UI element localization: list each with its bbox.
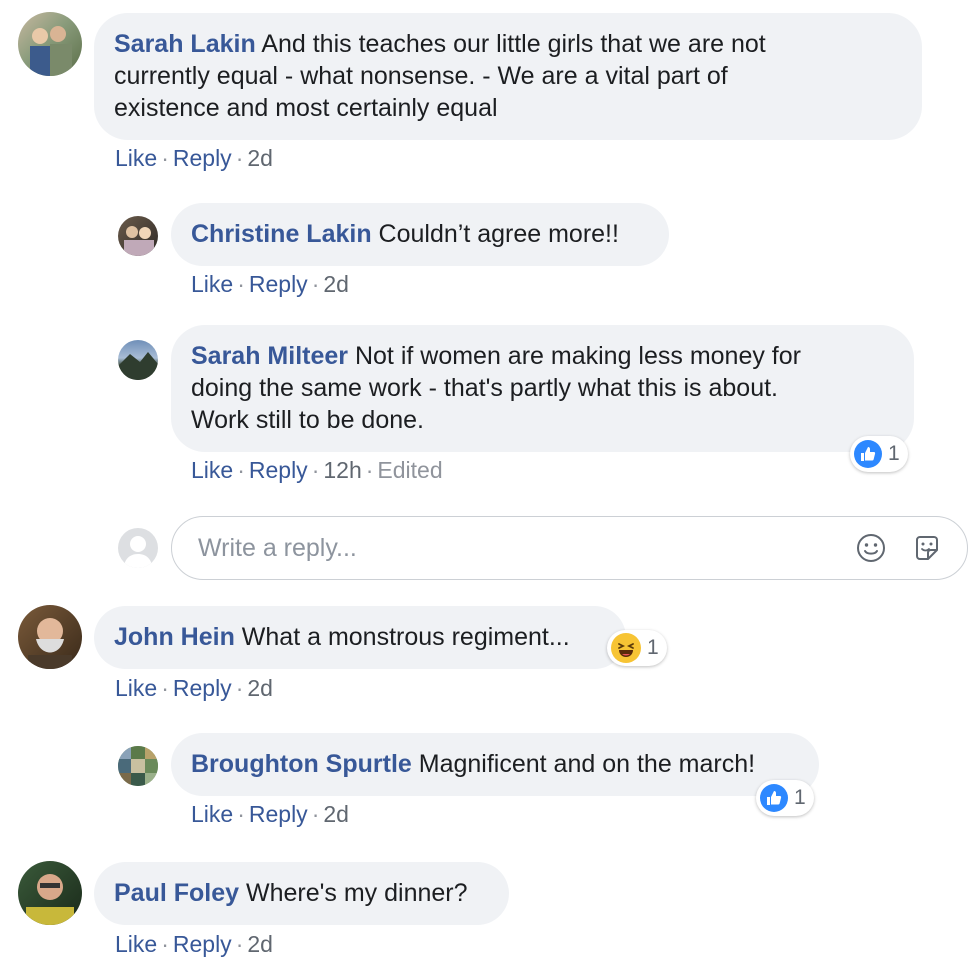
comment-actions: Like · Reply · 2d (115, 931, 273, 957)
comment-author[interactable]: Christine Lakin (191, 220, 372, 248)
reaction-count[interactable]: 1 (850, 436, 908, 472)
comment-text-line: And this teaches our little girls that w… (261, 30, 766, 58)
reply-link[interactable]: Reply (173, 675, 232, 701)
comment-author[interactable]: Sarah Lakin (114, 30, 256, 58)
comment-actions: Like · Reply · 2d (191, 271, 349, 297)
comment-text-line: Work still to be done. (191, 406, 424, 434)
comment-text-line: currently equal - what nonsense. - We ar… (114, 62, 728, 90)
comment-author[interactable]: Sarah Milteer (191, 342, 348, 370)
comment-text: Couldn’t agree more!! (378, 220, 619, 248)
sticker-icon[interactable] (911, 532, 943, 564)
comment-actions: Like · Reply · 2d (115, 145, 273, 171)
haha-icon (611, 633, 641, 663)
timestamp[interactable]: 2d (323, 801, 349, 827)
comment-actions: Like · Reply · 2d (191, 801, 349, 827)
comment-text-line: Not if women are making less money for (354, 342, 801, 370)
reaction-count[interactable]: 1 (756, 780, 814, 816)
comment-text: What a monstrous regiment... (241, 623, 570, 651)
comment-bubble: Sarah Lakin And this teaches our little … (94, 13, 922, 140)
avatar[interactable] (118, 746, 158, 786)
reaction-number: 1 (794, 786, 806, 809)
reaction-count[interactable]: 1 (607, 630, 667, 666)
timestamp[interactable]: 12h (323, 457, 361, 483)
like-icon (760, 784, 788, 812)
avatar-photo (30, 26, 72, 76)
avatar[interactable] (18, 12, 82, 76)
default-avatar-icon (124, 536, 152, 568)
reply-link[interactable]: Reply (249, 801, 308, 827)
like-link[interactable]: Like (115, 931, 157, 957)
reply-link[interactable]: Reply (249, 457, 308, 483)
like-link[interactable]: Like (115, 145, 157, 171)
reaction-number: 1 (888, 442, 900, 465)
reply-input[interactable] (196, 532, 831, 564)
like-icon (854, 440, 882, 468)
reply-composer (171, 516, 968, 580)
comment-author[interactable]: Broughton Spurtle (191, 750, 412, 778)
timestamp[interactable]: 2d (323, 271, 349, 297)
avatar[interactable] (18, 861, 82, 925)
like-link[interactable]: Like (191, 271, 233, 297)
like-link[interactable]: Like (115, 675, 157, 701)
avatar-photo (118, 352, 158, 380)
like-link[interactable]: Like (191, 457, 233, 483)
smiley-icon[interactable] (855, 532, 887, 564)
comment-actions: Like · Reply · 12h · Edited (191, 457, 443, 483)
comment-author[interactable]: Paul Foley (114, 879, 239, 907)
avatar[interactable] (118, 216, 158, 256)
comment-text: Magnificent and on the march! (418, 750, 756, 778)
reply-link[interactable]: Reply (173, 145, 232, 171)
comment-bubble: Paul Foley Where's my dinner? (94, 862, 509, 925)
edited-label[interactable]: Edited (377, 457, 442, 483)
comment-text-line: existence and most certainly equal (114, 94, 498, 122)
like-link[interactable]: Like (191, 801, 233, 827)
reply-link[interactable]: Reply (249, 271, 308, 297)
comment-bubble: Sarah Milteer Not if women are making le… (171, 325, 914, 452)
comment-bubble: Christine Lakin Couldn’t agree more!! (171, 203, 669, 266)
timestamp[interactable]: 2d (247, 931, 273, 957)
avatar-photo (118, 746, 158, 786)
comment-text-line: doing the same work - that's partly what… (191, 374, 778, 402)
avatar-photo (28, 618, 72, 669)
comment-author[interactable]: John Hein (114, 623, 235, 651)
reply-link[interactable]: Reply (173, 931, 232, 957)
avatar[interactable] (18, 605, 82, 669)
avatar[interactable] (118, 340, 158, 380)
avatar-photo (124, 226, 154, 256)
comment-bubble: Broughton Spurtle Magnificent and on the… (171, 733, 819, 796)
comment-actions: Like · Reply · 2d (115, 675, 273, 701)
comment-bubble: John Hein What a monstrous regiment... (94, 606, 626, 669)
timestamp[interactable]: 2d (247, 145, 273, 171)
timestamp[interactable]: 2d (247, 675, 273, 701)
avatar-photo (26, 874, 74, 925)
current-user-avatar (118, 528, 158, 568)
reaction-number: 1 (647, 636, 659, 659)
comment-text: Where's my dinner? (246, 879, 468, 907)
